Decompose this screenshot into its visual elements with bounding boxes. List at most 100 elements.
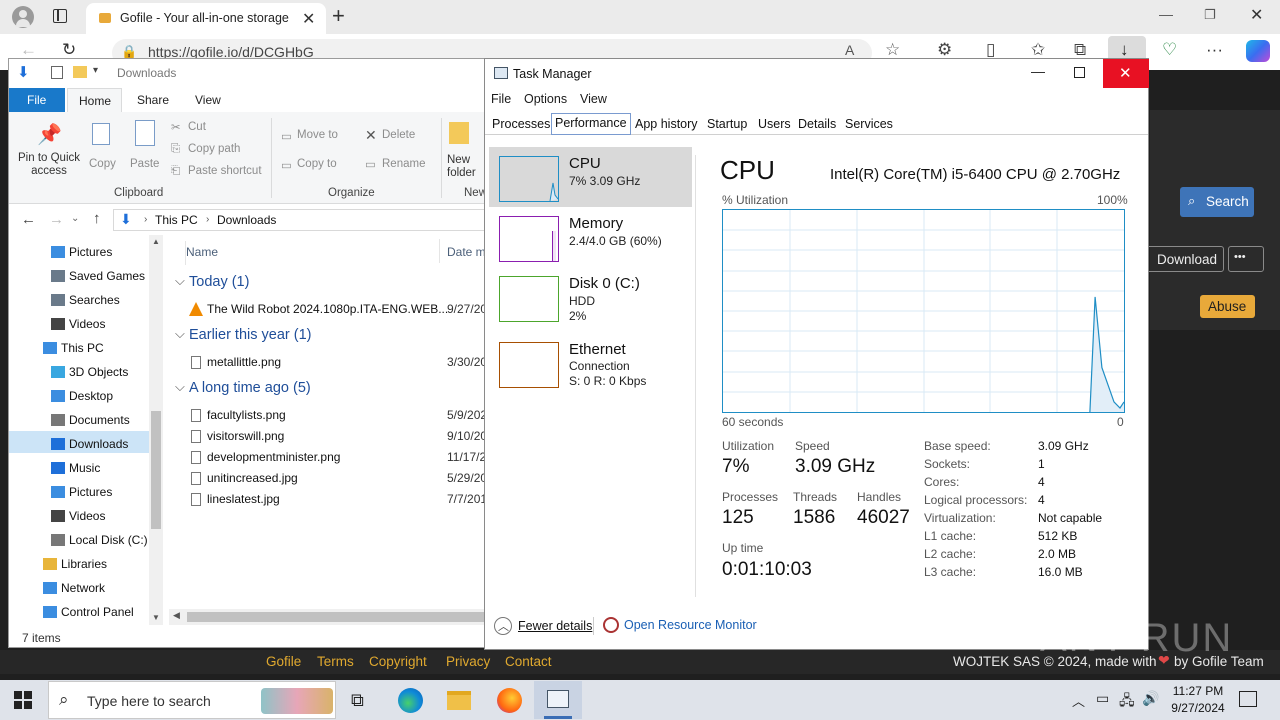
taskbar-time[interactable]: 11:27 PM <box>1172 684 1224 698</box>
nav-item-3d-objects[interactable]: 3D Objects <box>9 363 149 383</box>
up-icon[interactable]: ↑ <box>93 210 101 227</box>
footer-link-gofile[interactable]: Gofile <box>266 654 301 669</box>
battery-icon[interactable]: ▭ <box>1096 690 1109 707</box>
footer-link-contact[interactable]: Contact <box>505 654 552 669</box>
split-screen-icon[interactable]: ▯ <box>986 40 995 60</box>
tm-close-button[interactable]: ✕ <box>1103 59 1149 88</box>
nav-item-videos[interactable]: Videos <box>9 507 149 527</box>
more-options-button[interactable]: ••• <box>1228 246 1264 272</box>
properties-icon[interactable] <box>51 66 63 79</box>
tm-menu-view[interactable]: View <box>580 92 607 106</box>
fewer-details-link[interactable]: Fewer details <box>518 619 592 633</box>
tm-menu-options[interactable]: Options <box>524 92 567 106</box>
tm-maximize-icon[interactable] <box>1074 67 1085 78</box>
group-collapse-chevron-icon[interactable]: ⌵ <box>175 326 185 342</box>
tab-view[interactable]: View <box>195 93 221 107</box>
tm-tab-startup[interactable]: Startup <box>704 115 750 135</box>
explorer-forward-icon[interactable]: → <box>49 211 64 228</box>
scroll-left-icon[interactable]: ◀ <box>173 610 180 621</box>
nav-item-pictures[interactable]: Pictures <box>9 483 149 503</box>
nav-item-desktop[interactable]: Desktop <box>9 387 149 407</box>
tm-minimize-icon[interactable]: — <box>1031 63 1045 79</box>
nav-item-local-disk-c[interactable]: Local Disk (C:) <box>9 531 149 551</box>
refresh-icon[interactable]: ↻ <box>62 40 76 60</box>
file-group-header[interactable]: ⌵ Earlier this year (1) <box>173 326 473 346</box>
copilot-icon[interactable] <box>1246 40 1270 62</box>
nav-item-music[interactable]: Music <box>9 459 149 479</box>
open-resource-monitor-link[interactable]: Open Resource Monitor <box>624 618 757 632</box>
fewer-details-chevron-icon[interactable]: ︿ <box>494 617 512 635</box>
tm-tab-services[interactable]: Services <box>842 115 896 135</box>
group-collapse-chevron-icon[interactable]: ⌵ <box>175 273 185 289</box>
file-row[interactable]: developmentminister.png 11/17/2 <box>185 448 487 468</box>
file-row[interactable]: unitincreased.jpg 5/29/20 <box>185 469 487 489</box>
download-button[interactable]: Download <box>1140 246 1224 272</box>
file-group-header[interactable]: ⌵ A long time ago (5) <box>173 379 473 399</box>
rename-button[interactable]: Rename <box>382 158 425 170</box>
search-button[interactable]: ⌕ Search <box>1180 187 1254 217</box>
breadcrumb-downloads[interactable]: Downloads <box>217 213 276 227</box>
tab-share[interactable]: Share <box>137 93 169 107</box>
task-view-icon[interactable]: ⧉ <box>351 690 364 711</box>
edge-taskbar-icon[interactable] <box>398 688 423 713</box>
footer-link-privacy[interactable]: Privacy <box>446 654 490 669</box>
scroll-up-icon[interactable]: ▲ <box>152 237 160 246</box>
nav-scrollbar[interactable]: ▲ ▼ <box>149 235 163 625</box>
favorite-star-icon[interactable]: ☆ <box>885 40 900 60</box>
read-aloud-icon[interactable]: A <box>845 42 854 58</box>
breadcrumb[interactable]: ⬇ › This PC › Downloads <box>113 209 487 231</box>
move-to-button[interactable]: Move to <box>297 129 338 141</box>
nav-item-documents[interactable]: Documents <box>9 411 149 431</box>
task-manager-taskbar-button[interactable] <box>534 681 582 719</box>
nav-item-saved-games[interactable]: Saved Games <box>9 267 149 287</box>
copy-button[interactable]: Copy <box>87 114 117 174</box>
new-folder-quick-icon[interactable] <box>73 66 87 78</box>
volume-icon[interactable]: 🔊 <box>1142 690 1159 707</box>
tab-actions-icon[interactable] <box>53 9 67 23</box>
horizontal-scrollbar[interactable]: ◀ <box>169 609 487 625</box>
extensions-icon[interactable]: ⚙ <box>937 40 952 60</box>
network-tray-icon[interactable]: 🖧 <box>1119 690 1135 714</box>
profile-icon[interactable] <box>12 6 34 28</box>
tm-tab-app-history[interactable]: App history <box>632 115 701 135</box>
explorer-back-icon[interactable]: ← <box>21 211 36 228</box>
nav-scroll-thumb[interactable] <box>151 411 161 529</box>
nav-item-videos[interactable]: Videos <box>9 315 149 335</box>
tm-tab-performance[interactable]: Performance <box>551 113 631 135</box>
paste-button[interactable]: Paste <box>127 114 163 174</box>
nav-item-control-panel[interactable]: Control Panel <box>9 603 149 623</box>
close-tab-icon[interactable]: ✕ <box>302 9 315 29</box>
tm-tab-details[interactable]: Details <box>795 115 839 135</box>
favorites-icon[interactable]: ✩ <box>1031 40 1045 60</box>
pin-quick-access-button[interactable]: 📌 Pin to Quick access <box>15 114 81 180</box>
nav-item-this-pc[interactable]: This PC <box>9 339 149 359</box>
quick-access-dropdown-icon[interactable]: ▾ <box>93 65 98 76</box>
file-row[interactable]: facultylists.png 5/9/2024 <box>185 406 487 426</box>
taskbar-search-box[interactable]: ⌕ Type here to search <box>48 681 336 719</box>
perf-item-disk[interactable]: Disk 0 (C:) HDD 2% <box>489 267 692 327</box>
recent-locations-icon[interactable]: ⌄ <box>71 213 79 224</box>
nav-item-libraries[interactable]: Libraries <box>9 555 149 575</box>
cut-button[interactable]: Cut <box>188 121 206 133</box>
nav-item-searches[interactable]: Searches <box>9 291 149 311</box>
copy-to-button[interactable]: Copy to <box>297 158 337 170</box>
minimize-browser-icon[interactable]: — <box>1159 6 1173 22</box>
new-folder-button[interactable]: New folder <box>447 154 487 180</box>
windows-start-icon[interactable] <box>14 691 32 709</box>
tm-tab-users[interactable]: Users <box>755 115 794 135</box>
show-hidden-icons-icon[interactable]: ︿ <box>1072 691 1085 710</box>
horizontal-scroll-thumb[interactable] <box>187 612 487 622</box>
perf-item-cpu[interactable]: CPU 7% 3.09 GHz <box>489 147 692 207</box>
breadcrumb-this-pc[interactable]: This PC <box>155 213 198 227</box>
nav-item-network[interactable]: Network <box>9 579 149 599</box>
file-explorer-taskbar-icon[interactable] <box>447 691 471 710</box>
restore-browser-icon[interactable]: ❐ <box>1204 7 1216 23</box>
tm-tab-processes[interactable]: Processes <box>489 115 553 135</box>
back-icon[interactable]: ← <box>20 40 37 60</box>
column-header-date[interactable]: Date m <box>447 245 486 259</box>
new-tab-icon[interactable]: + <box>332 3 345 29</box>
file-row[interactable]: The Wild Robot 2024.1080p.ITA-ENG.WEB...… <box>185 300 487 320</box>
file-group-header[interactable]: ⌵ Today (1) <box>173 273 473 293</box>
copy-path-button[interactable]: Copy path <box>188 143 240 155</box>
collections-icon[interactable]: ⧉ <box>1074 40 1086 60</box>
